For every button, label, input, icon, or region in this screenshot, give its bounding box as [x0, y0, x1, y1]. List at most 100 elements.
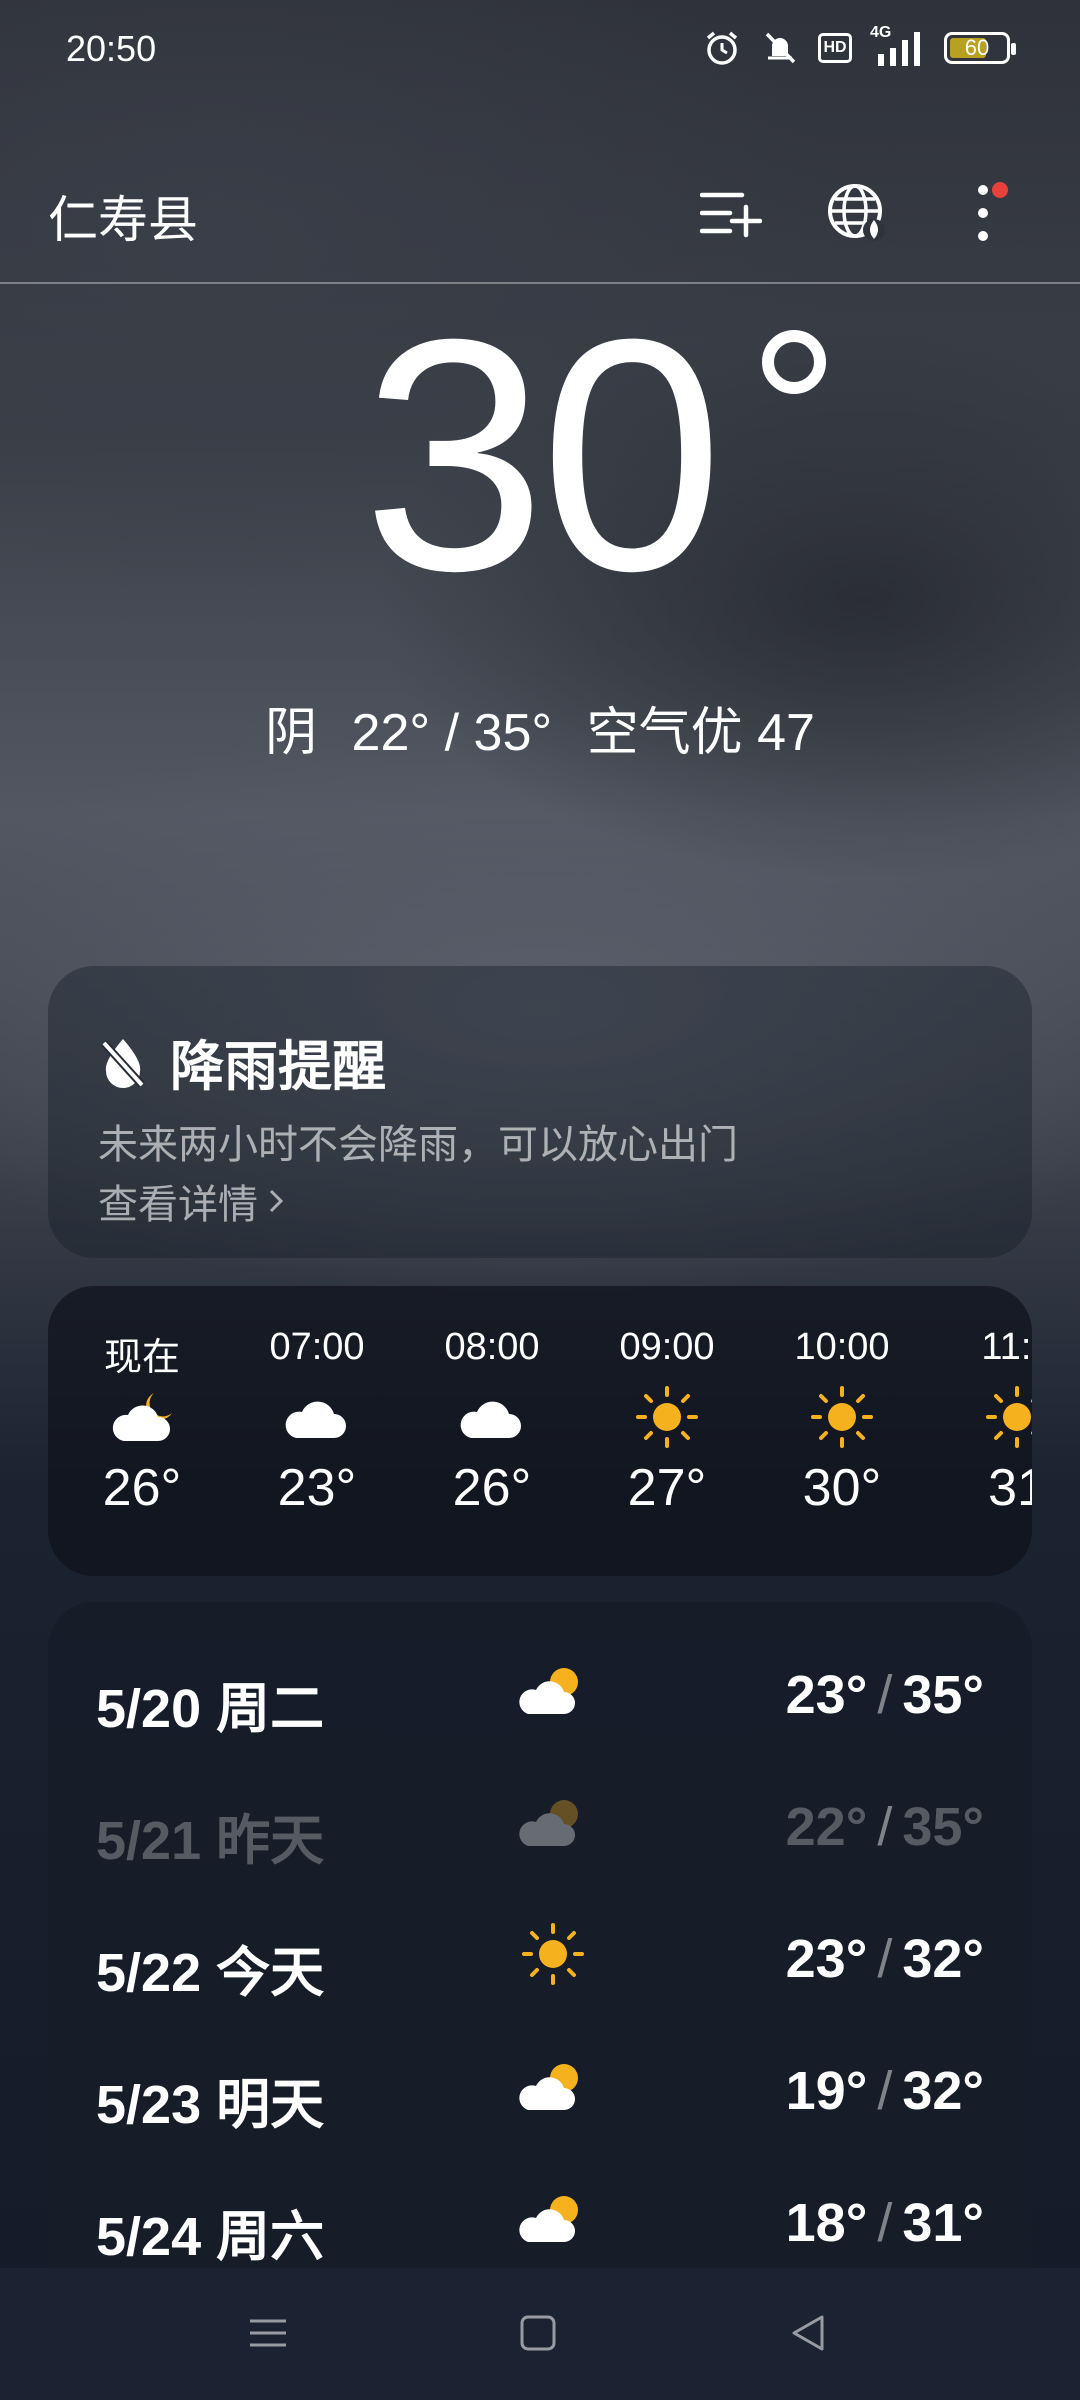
day-row[interactable]: 5/21 昨天 22°/35°: [48, 1758, 1032, 1890]
hourly-forecast-card[interactable]: 现在 26° 07:00 23° 08:00 26° 09:00 27° 10:…: [48, 1286, 1032, 1576]
range-separator: /: [877, 1929, 893, 1989]
day-high: 31°: [902, 2193, 984, 2253]
day-low: 22°: [785, 1797, 868, 1857]
current-temperature: 30: [362, 270, 723, 639]
cloud-moon-icon: [67, 1382, 217, 1452]
day-low: 23°: [785, 1929, 868, 1989]
day-low: 18°: [785, 2193, 868, 2253]
header: 仁寿县: [0, 160, 1080, 284]
signal-icon: 4G: [870, 24, 926, 68]
sun-icon: [767, 1382, 917, 1452]
day-high: 32°: [902, 2061, 984, 2121]
cloud-icon: [417, 1382, 567, 1452]
sun-icon: [592, 1382, 742, 1452]
hd-label: HD: [823, 39, 847, 56]
partly-cloudy-icon: [508, 1782, 598, 1862]
day-high: 35°: [902, 1665, 984, 1725]
back-button[interactable]: [768, 2298, 848, 2368]
air-quality-text[interactable]: 空气优 47: [587, 704, 815, 762]
status-time: 20:50: [66, 28, 157, 69]
battery-icon: 60: [944, 32, 1016, 64]
hour-temp: 26°: [452, 1459, 532, 1517]
hour-label: 07:00: [269, 1326, 365, 1368]
day-date: 5/24 周六: [96, 2207, 325, 2267]
chevron-right-icon: [269, 1189, 284, 1213]
home-button[interactable]: [498, 2298, 578, 2368]
temp-range-text: 22° / 35°: [351, 704, 553, 762]
recent-apps-button[interactable]: [228, 2298, 308, 2368]
hour-label: 08:00: [444, 1326, 540, 1368]
notification-dot: [992, 182, 1008, 198]
day-row[interactable]: 5/23 明天 19°/32°: [48, 2022, 1032, 2154]
sun-icon: [942, 1382, 1032, 1452]
hour-label: 11:0: [981, 1326, 1032, 1368]
partly-cloudy-icon: [508, 2178, 598, 2258]
daily-forecast-card[interactable]: 5/20 周二 23°/35° 5/21 昨天 22°/35° 5/22 今天: [48, 1602, 1032, 2268]
rain-alert-title: 降雨提醒: [170, 1037, 386, 1097]
hour-item: 08:00 26°: [417, 1326, 567, 1518]
mute-icon: [765, 32, 796, 64]
day-date: 5/20 周二: [96, 1679, 325, 1739]
hour-label: 现在: [103, 1337, 180, 1379]
hour-temp: 27°: [627, 1459, 707, 1517]
day-high: 35°: [902, 1797, 984, 1857]
view-details-label: 查看详情: [98, 1183, 258, 1227]
day-low: 23°: [785, 1665, 868, 1725]
hour-item: 09:00 27°: [592, 1326, 742, 1518]
day-temp-range: 18°/31°: [786, 2192, 984, 2254]
alarm-icon: [706, 31, 738, 65]
add-city-button[interactable]: [696, 178, 766, 248]
range-separator: /: [877, 2193, 893, 2253]
day-high: 32°: [902, 1929, 984, 1989]
day-row[interactable]: 5/22 今天 23°/32°: [48, 1890, 1032, 2022]
hour-temp: 30°: [802, 1459, 882, 1517]
rain-alert-card[interactable]: 降雨提醒 未来两小时不会降雨，可以放心出门 查看详情: [48, 966, 1032, 1258]
condition-text: 阴: [265, 704, 318, 762]
day-date: 5/21 昨天: [96, 1811, 325, 1871]
hour-temp: 23°: [277, 1459, 357, 1517]
range-separator: /: [877, 1665, 893, 1725]
globe-icon: [828, 184, 885, 241]
battery-level: 60: [964, 35, 990, 60]
globe-button[interactable]: [822, 178, 892, 248]
hour-item: 10:00 30°: [767, 1326, 917, 1518]
hour-item: 现在 26°: [67, 1326, 217, 1518]
cloud-icon: [242, 1382, 392, 1452]
day-date: 5/23 明天: [96, 2075, 325, 2135]
status-bar: 20:50 HD 4G 60: [0, 0, 1080, 100]
hour-label: 09:00: [619, 1326, 715, 1368]
day-temp-range: 23°/32°: [786, 1928, 984, 1990]
hour-temp: 26°: [102, 1459, 182, 1517]
system-nav-bar: [0, 2268, 1080, 2400]
more-button[interactable]: [948, 178, 1018, 248]
rain-alert-description: 未来两小时不会降雨，可以放心出门: [98, 1123, 738, 1167]
hour-item: 07:00 23°: [242, 1326, 392, 1518]
hour-item: 11:0 31: [942, 1326, 1032, 1518]
more-icon: [978, 185, 988, 241]
day-low: 19°: [785, 2061, 868, 2121]
back-icon: [792, 2315, 824, 2351]
weather-summary: 阴 22° / 35° 空气优 47: [0, 690, 1080, 765]
no-rain-icon: [101, 1038, 145, 1088]
hd-icon: HD: [818, 33, 852, 63]
day-temp-range: 19°/32°: [786, 2060, 984, 2122]
day-temp-range: 22°/35°: [786, 1796, 984, 1858]
sun-icon: [508, 1914, 598, 1994]
partly-cloudy-icon: [508, 1650, 598, 1730]
hour-temp: 31: [988, 1459, 1032, 1517]
day-row[interactable]: 5/20 周二 23°/35°: [48, 1626, 1032, 1758]
partly-cloudy-icon: [508, 2046, 598, 2126]
day-temp-range: 23°/35°: [786, 1664, 984, 1726]
status-icons: HD 4G 60: [702, 24, 1016, 68]
menu-icon: [250, 2319, 286, 2347]
range-separator: /: [877, 2061, 893, 2121]
view-details-link[interactable]: 查看详情: [98, 1172, 284, 1230]
day-row[interactable]: 5/24 周六 18°/31°: [48, 2154, 1032, 2268]
home-icon: [520, 2315, 556, 2351]
rain-alert-header: 降雨提醒: [98, 1022, 386, 1101]
city-name[interactable]: 仁寿县: [48, 180, 198, 252]
degree-symbol: [762, 330, 826, 394]
hour-label: 10:00: [794, 1326, 890, 1368]
day-date: 5/22 今天: [96, 1943, 325, 2003]
range-separator: /: [877, 1797, 893, 1857]
